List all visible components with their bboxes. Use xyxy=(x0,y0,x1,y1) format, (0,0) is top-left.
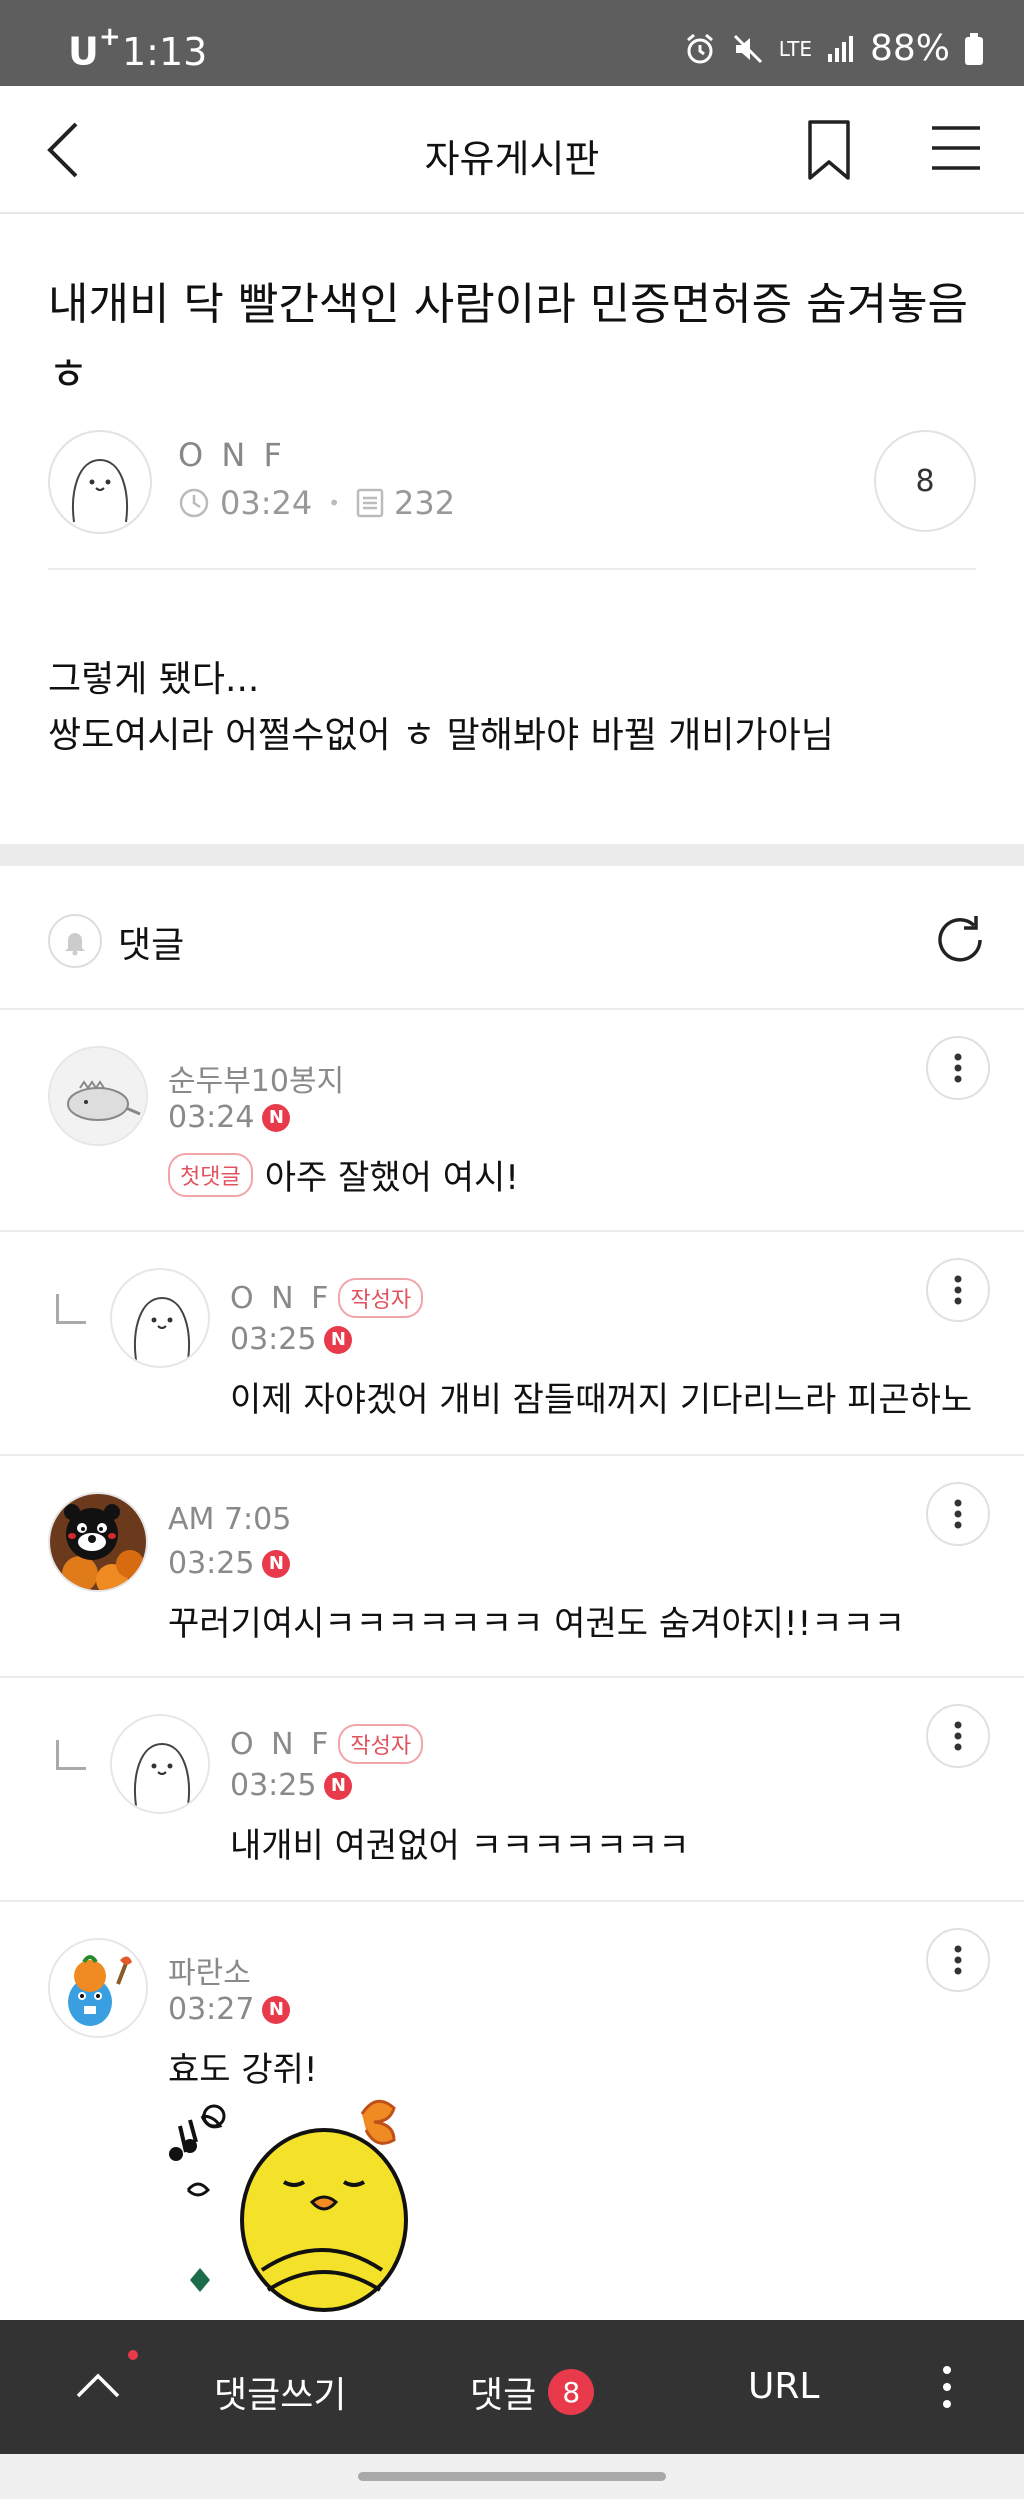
copy-url-button[interactable]: URL xyxy=(748,2366,819,2407)
commenter-name[interactable]: 파란소 xyxy=(168,1948,251,1992)
comment-more-button[interactable] xyxy=(926,1928,990,1992)
commenter-avatar[interactable] xyxy=(110,1268,210,1368)
separator-dot: • xyxy=(328,491,341,515)
more-vertical-icon xyxy=(954,1053,962,1083)
blob-character-icon xyxy=(134,1296,190,1361)
commenter-name[interactable]: O N F 작성자 xyxy=(230,1278,424,1318)
comment-time: 03:25 N xyxy=(168,1546,291,1581)
commenter-avatar[interactable] xyxy=(48,1046,148,1146)
author-badge: 작성자 xyxy=(338,1724,424,1764)
comment-text: 이제 자야겠어 개비 잠들때꺼지 기다리느라 피곤하노 xyxy=(230,1380,973,1420)
more-vertical-icon xyxy=(954,1499,962,1529)
bell-icon xyxy=(65,933,85,956)
home-indicator[interactable] xyxy=(358,2472,666,2481)
more-vertical-icon xyxy=(954,1275,962,1305)
bear-mascot-avatar-icon xyxy=(50,1494,146,1590)
status-icons: LTE 88% xyxy=(683,28,984,69)
body-line: 그렇게 됐다... xyxy=(48,659,260,700)
comment-count-button[interactable]: 8 xyxy=(874,430,976,532)
mute-icon xyxy=(733,34,762,63)
comment-item: AM 7:05 03:25 N 꾸러기여시ㅋㅋㅋㅋㅋㅋㅋ 여권도 숨겨야지!!ㅋㅋ… xyxy=(0,1456,1024,1678)
comments-label: 댓글 xyxy=(118,925,185,966)
battery-percent: 88% xyxy=(869,28,950,69)
carrier-label: U+ xyxy=(68,22,121,74)
reply-indicator-icon xyxy=(56,1740,86,1770)
body-line: 쌍도여시라 어쩔수없어 ㅎ 말해봐야 바뀔 개비가아님 xyxy=(48,715,834,756)
hamburger-menu-icon[interactable] xyxy=(930,122,982,174)
comment-more-button[interactable] xyxy=(926,1482,990,1546)
comment-time: 03:25 N xyxy=(230,1768,353,1803)
comment-text: 꾸러기여시ㅋㅋㅋㅋㅋㅋㅋ 여권도 숨겨야지!!ㅋㅋㅋ xyxy=(168,1604,906,1644)
new-badge: N xyxy=(262,1549,291,1578)
author-avatar[interactable] xyxy=(48,430,152,534)
comment-time: 03:24 N xyxy=(168,1100,291,1135)
article-meta: 03:24 • 232 xyxy=(178,484,455,522)
new-badge: N xyxy=(324,1325,353,1354)
battery-icon xyxy=(965,32,983,65)
more-vertical-icon xyxy=(954,1945,962,1975)
article-time: 03:24 xyxy=(220,484,313,522)
bookmark-icon[interactable] xyxy=(806,118,852,182)
article-body: 그렇게 됐다... 쌍도여시라 어쩔수없어 ㅎ 말해봐야 바뀔 개비가아님 xyxy=(48,652,978,764)
comment-more-button[interactable] xyxy=(926,1258,990,1322)
comments-header: 댓글 xyxy=(0,866,1024,1010)
section-divider xyxy=(0,844,1024,866)
comments-button[interactable]: 댓글 8 xyxy=(470,2366,595,2418)
status-bar: U+ 1:13 LTE 88% xyxy=(0,0,1024,86)
signal-icon xyxy=(827,35,853,62)
reply-indicator-icon xyxy=(56,1294,86,1324)
article-title: 내개비 닥 빨간색인 사람이라 민증면허증 숨겨놓음ㅎ xyxy=(48,279,969,400)
blob-character-icon xyxy=(134,1742,190,1807)
comment-item: 순두부10봉지 03:24 N 첫댓글 아주 잘했어 여시! xyxy=(0,1010,1024,1232)
comment-item: 파란소 03:27 N 효도 강쥐! xyxy=(0,1902,1024,2320)
blob-character-icon xyxy=(72,458,128,523)
divider xyxy=(48,568,976,570)
network-type: LTE xyxy=(778,36,812,61)
notification-bell-button[interactable] xyxy=(48,914,102,968)
clock-icon xyxy=(179,488,209,518)
commenter-name[interactable]: AM 7:05 xyxy=(168,1502,291,1537)
new-badge: N xyxy=(324,1771,353,1800)
alarm-icon xyxy=(686,33,713,63)
commenter-avatar[interactable] xyxy=(48,1938,148,2038)
app-header: 자유게시판 xyxy=(0,86,1024,214)
author-name[interactable]: O N F xyxy=(178,436,286,474)
view-count: 232 xyxy=(394,484,456,522)
notification-dot xyxy=(128,2350,138,2360)
commenter-name[interactable]: O N F 작성자 xyxy=(230,1724,424,1764)
more-vertical-icon xyxy=(954,1721,962,1751)
comment-more-button[interactable] xyxy=(926,1704,990,1768)
comment-count-badge: 8 xyxy=(548,2369,595,2415)
commenter-name[interactable]: 순두부10봉지 xyxy=(168,1056,344,1100)
first-comment-badge: 첫댓글 xyxy=(168,1152,253,1197)
comment-text: 첫댓글 아주 잘했어 여시! xyxy=(168,1150,519,1199)
status-time: 1:13 xyxy=(122,30,208,74)
reply-item: O N F 작성자 03:25 N 이제 자야겠어 개비 잠들때꺼지 기다리느라 피… xyxy=(0,1232,1024,1456)
scroll-top-icon[interactable] xyxy=(72,2360,124,2412)
blue-character-avatar-icon xyxy=(50,1940,146,2036)
author-badge: 작성자 xyxy=(338,1278,424,1318)
new-badge: N xyxy=(262,1995,291,2024)
write-comment-button[interactable]: 댓글쓰기 xyxy=(214,2366,346,2418)
system-nav-bar xyxy=(0,2454,1024,2499)
refresh-icon[interactable] xyxy=(930,910,990,970)
comment-time: 03:25 N xyxy=(230,1322,353,1357)
board-title: 자유게시판 xyxy=(424,137,600,181)
comment-more-button[interactable] xyxy=(926,1036,990,1100)
new-badge: N xyxy=(262,1103,291,1132)
comment-text: 내개비 여권없어 ㅋㅋㅋㅋㅋㅋㅋ xyxy=(230,1826,690,1866)
dinosaur-avatar-icon xyxy=(50,1048,146,1144)
commenter-avatar[interactable] xyxy=(110,1714,210,1814)
bottom-action-bar: 댓글쓰기 댓글 8 URL xyxy=(0,2320,1024,2454)
more-vertical-icon[interactable] xyxy=(930,2362,964,2412)
chick-sticker-image xyxy=(169,2099,408,2312)
comment-time: 03:27 N xyxy=(168,1992,291,2027)
views-icon xyxy=(356,488,384,518)
commenter-avatar[interactable] xyxy=(48,1492,148,1592)
reply-item: O N F 작성자 03:25 N 내개비 여권없어 ㅋㅋㅋㅋㅋㅋㅋ xyxy=(0,1678,1024,1902)
comment-text: 효도 강쥐! xyxy=(168,2050,318,2090)
